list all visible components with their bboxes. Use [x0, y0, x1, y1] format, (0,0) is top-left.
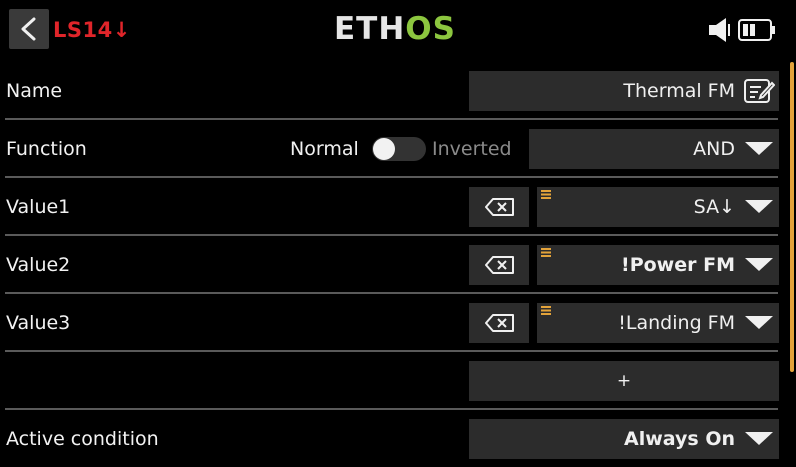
- row-active-condition: Active condition Always On: [0, 410, 786, 467]
- dropdown-arrow-icon: [745, 258, 773, 271]
- row-add: +: [0, 352, 786, 410]
- function-label: Function: [6, 138, 87, 160]
- back-button[interactable]: [9, 9, 49, 49]
- chevron-left-icon: [21, 17, 36, 41]
- options-menu-icon: [541, 306, 551, 315]
- name-value: Thermal FM: [623, 80, 735, 102]
- row-name: Name Thermal FM: [0, 62, 786, 120]
- toggle-knob: [373, 138, 395, 160]
- active-condition-label: Active condition: [6, 428, 159, 450]
- value2-clear-button[interactable]: [469, 245, 529, 285]
- value3-dropdown[interactable]: !Landing FM: [537, 303, 779, 343]
- value1-clear-button[interactable]: [469, 187, 529, 227]
- backspace-icon: [485, 198, 514, 216]
- value1-label: Value1: [6, 196, 71, 218]
- dropdown-arrow-icon: [745, 142, 773, 155]
- active-condition-value: Always On: [624, 428, 735, 450]
- dropdown-arrow-icon: [745, 432, 773, 445]
- scrollbar[interactable]: [790, 62, 794, 372]
- dropdown-arrow-icon: [745, 316, 773, 329]
- header-bar: LS14↓ ETHOS: [0, 0, 796, 58]
- backspace-icon: [485, 256, 514, 274]
- battery-icon: [738, 19, 775, 41]
- name-field[interactable]: Thermal FM: [469, 71, 779, 111]
- row-function: Function Normal Inverted AND: [0, 120, 786, 178]
- active-condition-dropdown[interactable]: Always On: [469, 419, 779, 459]
- options-menu-icon: [541, 248, 551, 257]
- value3-label: Value3: [6, 312, 71, 334]
- options-menu-icon: [541, 190, 551, 199]
- value1-dropdown[interactable]: SA↓: [537, 187, 779, 227]
- value3-value: !Landing FM: [618, 312, 735, 334]
- row-value2: Value2 !Power FM: [0, 236, 786, 294]
- toggle-inverted-label: Inverted: [432, 138, 512, 160]
- invert-toggle[interactable]: [372, 137, 426, 161]
- value2-dropdown[interactable]: !Power FM: [537, 245, 779, 285]
- ethos-logo: ETHOS: [334, 11, 456, 47]
- toggle-normal-label: Normal: [290, 138, 359, 160]
- dropdown-arrow-icon: [745, 200, 773, 213]
- function-dropdown[interactable]: AND: [529, 129, 779, 169]
- speaker-icon: [709, 18, 730, 42]
- value2-value: !Power FM: [621, 254, 735, 276]
- logic-switch-tag: LS14↓: [53, 18, 131, 42]
- value3-clear-button[interactable]: [469, 303, 529, 343]
- value2-label: Value2: [6, 254, 71, 276]
- row-value3: Value3 !Landing FM: [0, 294, 786, 352]
- row-value1: Value1 SA↓: [0, 178, 786, 236]
- backspace-icon: [485, 314, 514, 332]
- add-value-button[interactable]: +: [469, 361, 779, 401]
- name-label: Name: [6, 80, 63, 102]
- value1-value: SA↓: [693, 196, 735, 218]
- edit-icon: [744, 79, 775, 103]
- logic-switch-screen: LS14↓ ETHOS Name Thermal FM Function Nor…: [0, 0, 796, 467]
- function-value: AND: [693, 138, 735, 160]
